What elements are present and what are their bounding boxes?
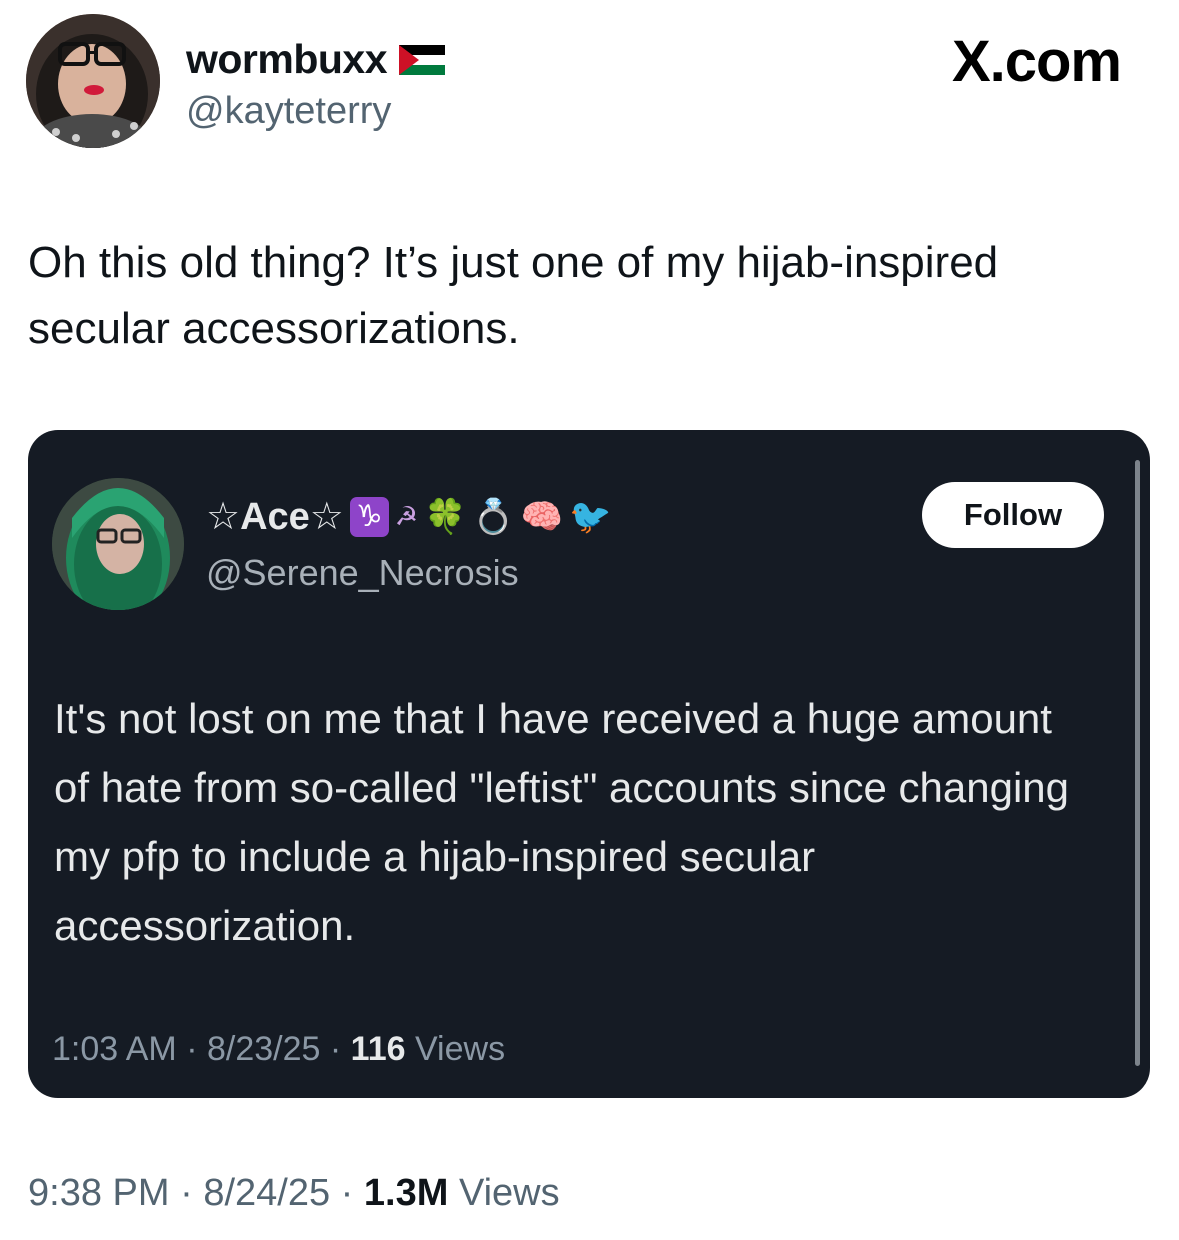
author-avatar[interactable] <box>26 14 160 148</box>
hammer-sickle-icon: ☭ <box>394 501 419 531</box>
quoted-tweet-card[interactable]: ☆Ace☆ ♑ ☭ 🍀 💍 🧠 🐦 @Serene_Necrosis Follo… <box>28 430 1150 1098</box>
author-avatar-image <box>26 14 160 148</box>
author-handle[interactable]: @kayteterry <box>186 90 391 133</box>
quoted-tweet-text: It's not lost on me that I have received… <box>54 695 1070 949</box>
quoted-author-name-text: ☆Ace☆ <box>206 496 344 538</box>
separator-dot: · <box>186 1030 198 1068</box>
views-label: Views <box>458 1172 560 1214</box>
views-count: 1.3M <box>363 1172 449 1214</box>
separator-dot: · <box>329 1030 342 1068</box>
quoted-author-display-name[interactable]: ☆Ace☆ ♑ ☭ 🍀 💍 🧠 🐦 <box>206 494 611 539</box>
scrollbar[interactable] <box>1135 460 1140 1066</box>
capricorn-icon: ♑ <box>349 496 389 537</box>
quoted-author-handle[interactable]: @Serene_Necrosis <box>206 552 519 594</box>
clover-icon: 🍀 <box>424 497 467 536</box>
tweet-meta: 9:38 PM · 8/24/25 · 1.3M Views <box>28 1172 560 1215</box>
tweet-date[interactable]: 8/24/25 <box>203 1172 330 1214</box>
quoted-tweet-time[interactable]: 1:03 AM <box>52 1030 177 1068</box>
follow-button[interactable]: Follow <box>922 482 1104 548</box>
author-display-name[interactable]: wormbuxx <box>186 36 446 83</box>
quoted-views-count: 116 <box>350 1030 406 1068</box>
bird-icon: 🐦 <box>569 497 612 536</box>
quoted-tweet-meta: 1:03 AM · 8/23/25 · 116 Views <box>52 1030 505 1069</box>
brain-icon: 🧠 <box>520 497 564 536</box>
tweet-text: Oh this old thing? It’s just one of my h… <box>28 238 999 353</box>
tweet-time[interactable]: 9:38 PM <box>28 1172 170 1214</box>
brand-logo: X.com <box>951 29 1122 94</box>
separator-dot: · <box>180 1172 193 1214</box>
quoted-author-avatar[interactable] <box>52 478 184 610</box>
ring-icon: 💍 <box>472 497 515 536</box>
palestine-flag-icon <box>399 44 446 75</box>
author-name-text: wormbuxx <box>186 36 388 82</box>
quoted-tweet-date[interactable]: 8/23/25 <box>207 1030 320 1068</box>
separator-dot: · <box>340 1172 354 1214</box>
quoted-views-label: Views <box>414 1030 506 1068</box>
quoted-avatar-image <box>52 478 184 610</box>
